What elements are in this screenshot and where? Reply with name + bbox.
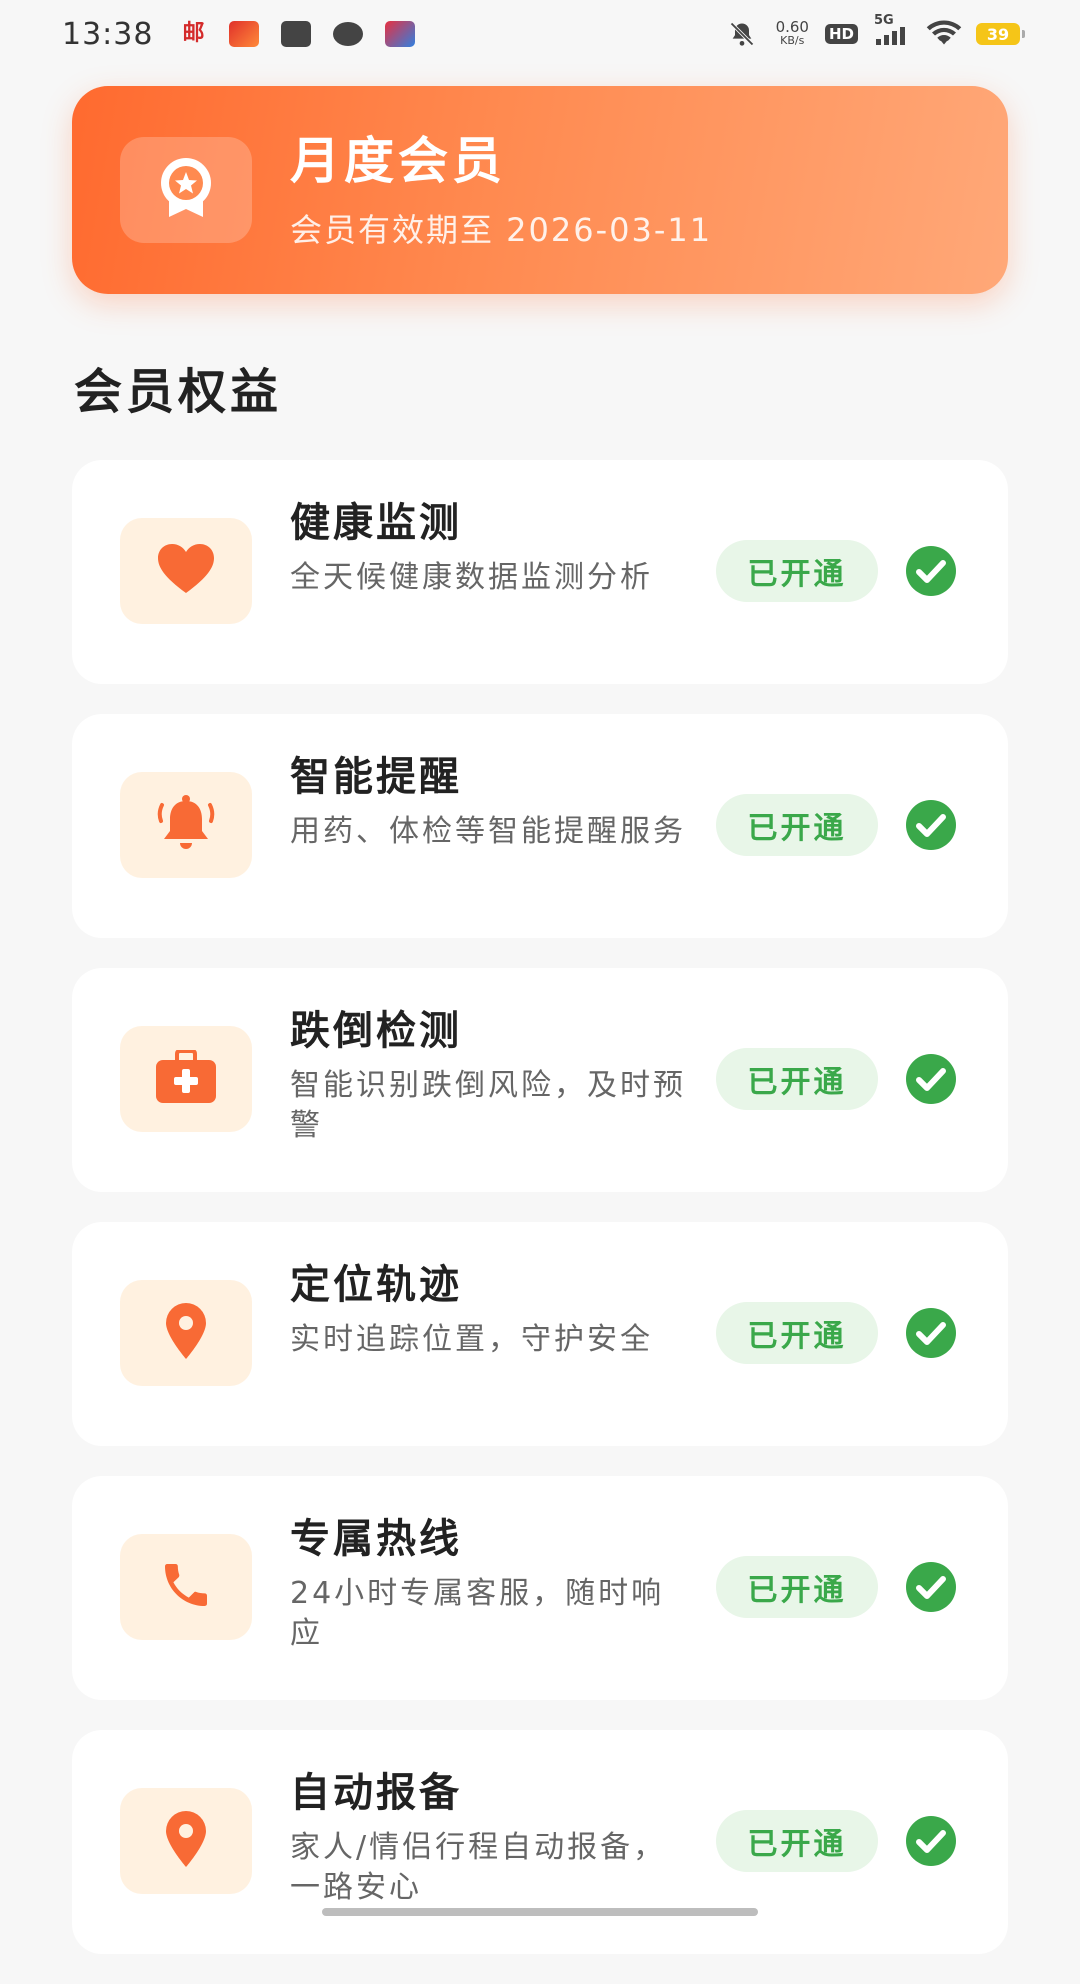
- check-circle-icon: [906, 800, 956, 850]
- benefit-card-auto-report[interactable]: 自动报备 家人/情侣行程自动报备，一路安心 已开通: [72, 1730, 1008, 1954]
- benefit-title: 健康监测: [290, 500, 462, 546]
- battery-icon: 39: [976, 23, 1025, 45]
- postal-app-icon: 邮: [182, 21, 205, 46]
- benefit-icon-box: [120, 1534, 252, 1640]
- taobao-app-icon: [229, 21, 260, 47]
- benefit-desc: 用药、体检等智能提醒服务: [290, 814, 686, 849]
- check-circle-icon: [906, 1816, 956, 1866]
- status-left: 13:38 邮: [62, 17, 437, 52]
- benefit-icon-box: [120, 518, 252, 624]
- wifi-icon: [926, 20, 962, 48]
- benefit-text: 定位轨迹 实时追踪位置，守护安全: [290, 1260, 690, 1360]
- bell-icon: [156, 795, 216, 855]
- status-bar: 13:38 邮 0.60 KB/s HD 5G 39: [0, 0, 1080, 68]
- check-circle-icon: [906, 1562, 956, 1612]
- net-speed: 0.60 KB/s: [775, 18, 809, 48]
- benefit-icon-box: [120, 1026, 252, 1132]
- network-type-label: 5G: [874, 13, 894, 28]
- benefit-text: 跌倒检测 智能识别跌倒风险，及时预警: [290, 1006, 690, 1146]
- benefit-title: 智能提醒: [290, 754, 462, 800]
- benefit-desc: 全天候健康数据监测分析: [290, 560, 653, 595]
- benefit-icon-box: [120, 1280, 252, 1386]
- benefit-text: 智能提醒 用药、体检等智能提醒服务: [290, 752, 690, 852]
- section-title: 会员权益: [74, 364, 283, 420]
- benefit-list: 健康监测 全天候健康数据监测分析 已开通 智能提醒 用药、体检等智能提醒服务 已…: [72, 460, 1008, 1984]
- benefit-title: 跌倒检测: [290, 1008, 462, 1054]
- mute-bell-icon: [728, 20, 756, 48]
- benefit-desc: 24小时专属客服，随时响应: [290, 1576, 665, 1651]
- status-badge: 已开通: [716, 540, 878, 602]
- cellular-signal-icon: 5G: [874, 13, 910, 47]
- chat-app-icon: [333, 22, 364, 46]
- check-circle-icon: [906, 546, 956, 596]
- hd-badge: HD: [824, 24, 858, 44]
- benefit-text: 健康监测 全天候健康数据监测分析: [290, 498, 690, 598]
- shopping-app-icon: [385, 21, 416, 47]
- benefit-icon-box: [120, 1788, 252, 1894]
- benefit-title: 专属热线: [290, 1516, 462, 1562]
- heart-icon: [156, 543, 216, 599]
- mail-app-icon: [281, 21, 312, 47]
- benefit-title: 定位轨迹: [290, 1262, 462, 1308]
- benefit-card-reminder[interactable]: 智能提醒 用药、体检等智能提醒服务 已开通: [72, 714, 1008, 938]
- status-badge: 已开通: [716, 1810, 878, 1872]
- banner-text: 月度会员 会员有效期至 2026-03-11: [290, 129, 712, 251]
- status-badge: 已开通: [716, 1302, 878, 1364]
- membership-expiry: 会员有效期至 2026-03-11: [290, 211, 713, 249]
- benefit-text: 专属热线 24小时专属客服，随时响应: [290, 1514, 690, 1654]
- benefit-text: 自动报备 家人/情侣行程自动报备，一路安心: [290, 1768, 690, 1908]
- benefit-icon-box: [120, 772, 252, 878]
- status-badge: 已开通: [716, 1048, 878, 1110]
- check-circle-icon: [906, 1054, 956, 1104]
- medical-kit-icon: [155, 1049, 217, 1108]
- home-indicator[interactable]: [322, 1908, 758, 1916]
- status-time: 13:38: [62, 16, 154, 52]
- membership-title: 月度会员: [290, 132, 506, 190]
- check-circle-icon: [906, 1308, 956, 1358]
- benefit-card-health[interactable]: 健康监测 全天候健康数据监测分析 已开通: [72, 460, 1008, 684]
- net-speed-unit: KB/s: [780, 34, 805, 47]
- benefit-card-fall-detection[interactable]: 跌倒检测 智能识别跌倒风险，及时预警 已开通: [72, 968, 1008, 1192]
- net-speed-value: 0.60: [775, 18, 809, 36]
- status-badge: 已开通: [716, 1556, 878, 1618]
- status-right: 0.60 KB/s HD 5G 39: [712, 13, 1025, 48]
- membership-banner[interactable]: 月度会员 会员有效期至 2026-03-11: [72, 86, 1008, 294]
- benefit-card-hotline[interactable]: 专属热线 24小时专属客服，随时响应 已开通: [72, 1476, 1008, 1700]
- location-pin-icon: [164, 1810, 208, 1872]
- benefit-desc: 实时追踪位置，守护安全: [290, 1322, 653, 1357]
- medal-star-icon: [155, 155, 217, 225]
- location-pin-icon: [164, 1302, 208, 1364]
- status-badge: 已开通: [716, 794, 878, 856]
- benefit-card-location[interactable]: 定位轨迹 实时追踪位置，守护安全 已开通: [72, 1222, 1008, 1446]
- banner-icon-box: [120, 137, 252, 243]
- phone-icon: [158, 1557, 214, 1617]
- benefit-desc: 家人/情侣行程自动报备，一路安心: [290, 1830, 667, 1905]
- benefit-title: 自动报备: [290, 1770, 462, 1816]
- benefit-desc: 智能识别跌倒风险，及时预警: [290, 1068, 686, 1143]
